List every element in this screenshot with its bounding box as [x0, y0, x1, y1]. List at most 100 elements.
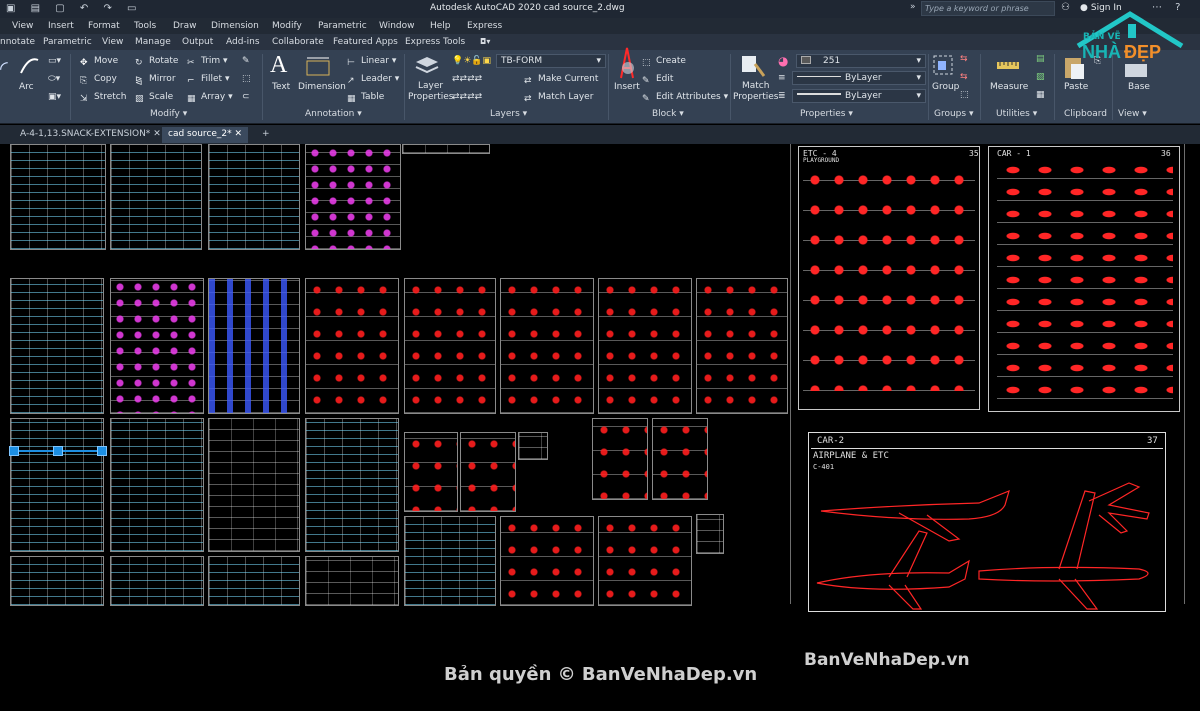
- ungroup-icon[interactable]: ⇆: [960, 54, 968, 64]
- quick-access-toolbar[interactable]: ▣ ▤ ▢ ↶ ↷ ▭: [6, 3, 142, 14]
- drawing-sheet[interactable]: [305, 556, 399, 606]
- drawing-sheet[interactable]: [208, 556, 300, 606]
- group-edit-icon[interactable]: ⇆: [960, 72, 968, 82]
- search-input[interactable]: Type a keyword or phrase: [921, 1, 1055, 16]
- drawing-sheet[interactable]: [404, 432, 458, 512]
- grip-handle[interactable]: [9, 446, 19, 456]
- explode-icon[interactable]: ⬚: [242, 74, 251, 84]
- menu-modify[interactable]: Modify: [272, 21, 302, 31]
- rotate-button[interactable]: ↻ Rotate: [135, 56, 178, 68]
- file-tab-cad-source[interactable]: cad source_2* ✕: [162, 127, 249, 143]
- drawing-sheet[interactable]: [402, 144, 490, 154]
- table-button[interactable]: ▦ Table: [347, 92, 384, 104]
- panel-title-utilities[interactable]: Utilities ▾: [996, 109, 1037, 119]
- linetype-dropdown[interactable]: ByLayer ▾: [792, 71, 926, 85]
- dimension-button[interactable]: [304, 55, 332, 80]
- drawing-sheet[interactable]: [696, 514, 724, 554]
- select-all-icon[interactable]: ▤: [1036, 54, 1045, 64]
- group-select-icon[interactable]: ⬚: [960, 90, 969, 100]
- panel-title-properties[interactable]: Properties ▾: [800, 109, 853, 119]
- drawing-sheet[interactable]: [500, 516, 594, 606]
- drawing-sheet[interactable]: [598, 278, 692, 414]
- panel-title-view[interactable]: View ▾: [1118, 109, 1147, 119]
- grip-handle[interactable]: [97, 446, 107, 456]
- tab-parametric[interactable]: Parametric: [43, 37, 92, 47]
- make-current-button[interactable]: ⇄ Make Current: [524, 74, 598, 86]
- menu-tools[interactable]: Tools: [134, 21, 156, 31]
- drawing-sheet[interactable]: [208, 278, 300, 414]
- menu-express[interactable]: Express: [467, 21, 502, 31]
- color-wheel-icon[interactable]: ◕: [778, 54, 788, 68]
- drawing-canvas[interactable]: ETC - 4 35 PLAYGROUND CAR - 1 36 CAR-2 3…: [0, 144, 1200, 711]
- erase-icon[interactable]: ✎: [242, 56, 250, 66]
- text-button[interactable]: A: [270, 52, 287, 79]
- drawing-sheet[interactable]: [305, 418, 399, 552]
- edit-attributes-button[interactable]: ✎ Edit Attributes ▾: [642, 92, 728, 104]
- drawing-sheet[interactable]: [696, 278, 788, 414]
- tab-output[interactable]: Output: [182, 37, 213, 47]
- grip-handle[interactable]: [53, 446, 63, 456]
- create-block-button[interactable]: ⬚ Create: [642, 56, 686, 68]
- sheet-etc-4[interactable]: ETC - 4 35 PLAYGROUND: [798, 146, 980, 410]
- panel-title-groups[interactable]: Groups ▾: [934, 109, 973, 119]
- menu-window[interactable]: Window: [379, 21, 415, 31]
- drawing-sheet[interactable]: [305, 278, 399, 414]
- drawing-sheet[interactable]: [592, 418, 648, 500]
- layer-tool-icons-2[interactable]: ⇄⇄⇄⇄: [452, 92, 482, 102]
- trim-button[interactable]: ✂ Trim ▾: [187, 56, 228, 68]
- layer-properties-button[interactable]: [414, 54, 440, 81]
- fillet-button[interactable]: ⌐ Fillet ▾: [187, 74, 229, 86]
- panel-title-block[interactable]: Block ▾: [652, 109, 684, 119]
- drawing-sheet[interactable]: [404, 516, 496, 606]
- drawing-sheet[interactable]: [208, 144, 300, 250]
- offset-icon[interactable]: ⊂: [242, 92, 250, 102]
- drawing-sheet[interactable]: [598, 516, 692, 606]
- panel-title-annotation[interactable]: Annotation ▾: [305, 109, 362, 119]
- drawing-sheet[interactable]: [500, 278, 594, 414]
- drawing-sheet[interactable]: [110, 144, 202, 250]
- drawing-sheet[interactable]: [652, 418, 708, 500]
- match-layer-button[interactable]: ⇄ Match Layer: [524, 92, 593, 104]
- drawing-sheet[interactable]: [110, 418, 204, 552]
- tab-addins[interactable]: Add-ins: [226, 37, 260, 47]
- tab-express-tools[interactable]: Express Tools: [405, 37, 465, 47]
- color-dropdown[interactable]: 251 ▾: [796, 54, 926, 68]
- drawing-sheet[interactable]: [10, 144, 106, 250]
- drawing-sheet[interactable]: [460, 432, 516, 512]
- menu-help[interactable]: Help: [430, 21, 451, 31]
- new-tab-button[interactable]: +: [256, 127, 276, 143]
- panel-title-clipboard[interactable]: Clipboard: [1064, 109, 1107, 119]
- menu-dimension[interactable]: Dimension: [211, 21, 259, 31]
- menu-draw[interactable]: Draw: [173, 21, 197, 31]
- edit-block-button[interactable]: ✎ Edit: [642, 74, 673, 86]
- arc-button[interactable]: [18, 54, 40, 79]
- circle-icon[interactable]: ◜: [0, 56, 8, 80]
- binoculars-icon[interactable]: ⚇: [1061, 2, 1070, 13]
- drawing-sheet[interactable]: [110, 278, 204, 414]
- move-button[interactable]: ✥ Move: [80, 56, 118, 68]
- quick-select-icon[interactable]: ▨: [1036, 72, 1045, 82]
- linear-button[interactable]: ⊢ Linear ▾: [347, 56, 396, 68]
- group-button[interactable]: [932, 54, 956, 81]
- close-icon[interactable]: ✕: [235, 129, 243, 139]
- hatch-icon[interactable]: ⬭▾: [48, 74, 60, 84]
- drawing-sheet[interactable]: [10, 556, 104, 606]
- rectangle-icon[interactable]: ▭▾: [48, 56, 61, 66]
- layer-tool-icons-1[interactable]: ⇄⇄⇄⇄: [452, 74, 482, 84]
- drawing-sheet[interactable]: [10, 278, 104, 414]
- match-properties-button[interactable]: [740, 54, 766, 81]
- measure-button[interactable]: [996, 56, 1020, 79]
- tab-annotate[interactable]: nnotate: [0, 37, 35, 47]
- drawing-sheet[interactable]: [110, 556, 204, 606]
- tab-featured-apps[interactable]: Featured Apps: [333, 37, 398, 47]
- tab-view[interactable]: View: [102, 37, 123, 47]
- sheet-car-1[interactable]: CAR - 1 36: [988, 146, 1180, 412]
- panel-title-modify[interactable]: Modify ▾: [150, 109, 187, 119]
- chevron-right-icon[interactable]: »: [910, 2, 916, 12]
- array-button[interactable]: ▦ Array ▾: [187, 92, 233, 104]
- calculator-icon[interactable]: ▦: [1036, 90, 1045, 100]
- mirror-button[interactable]: ⧎ Mirror: [135, 74, 176, 86]
- drawing-sheet[interactable]: [10, 418, 104, 552]
- tab-collaborate[interactable]: Collaborate: [272, 37, 324, 47]
- menu-format[interactable]: Format: [88, 21, 120, 31]
